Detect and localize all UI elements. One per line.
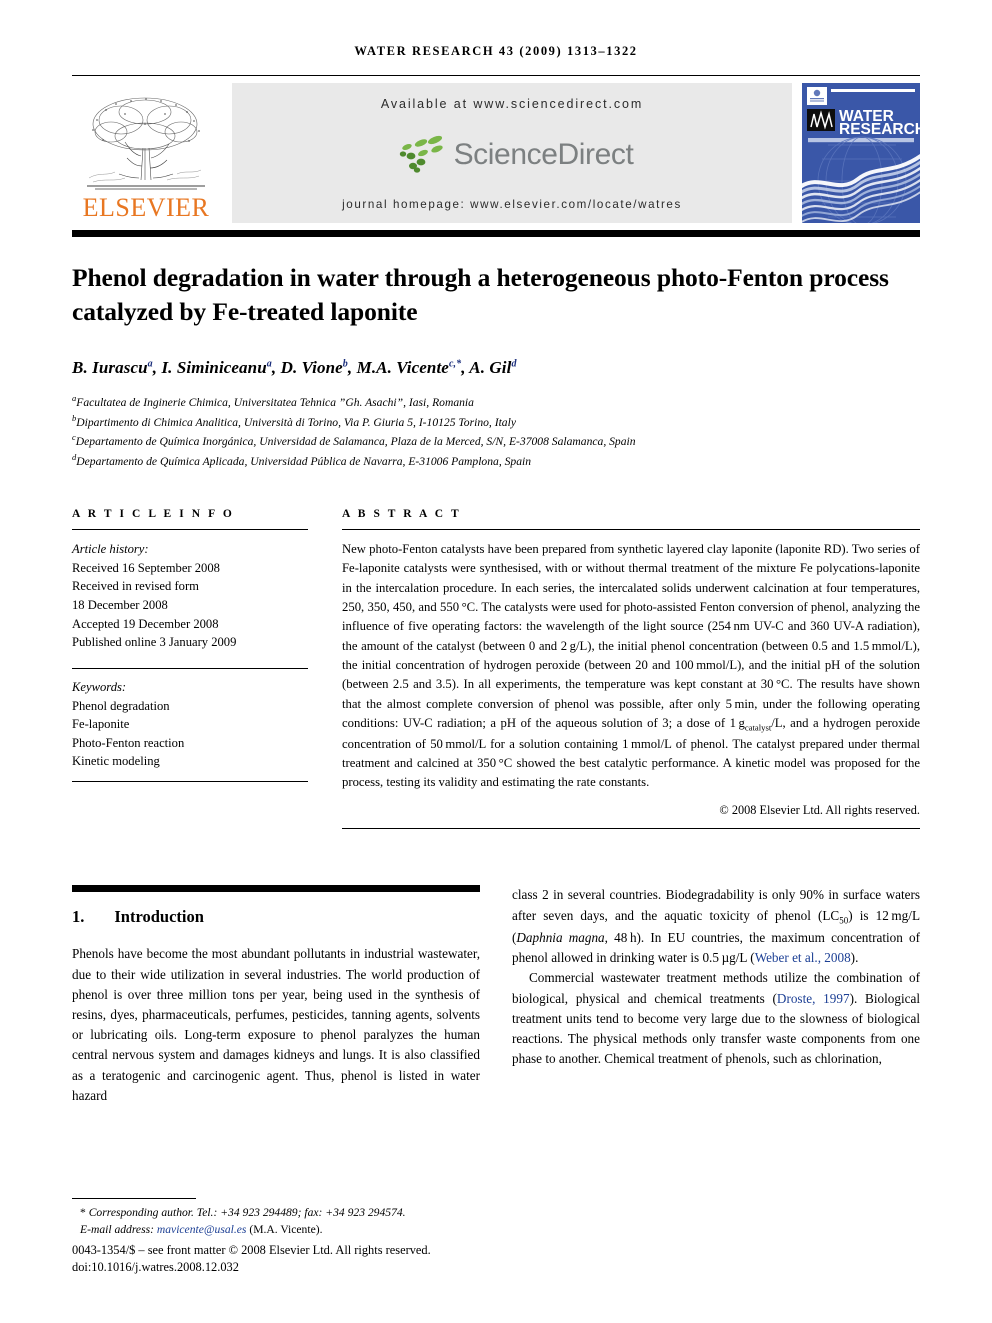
page-title: Phenol degradation in water through a he… [72,263,889,327]
footnote-rule [72,1198,196,1199]
affiliation-item: dDepartamento de Química Aplicada, Unive… [72,451,920,470]
elsevier-logo: ELSEVIER [72,83,220,223]
email-label: E-mail address: [80,1223,154,1237]
affiliation-text: Departamento de Química Inorgánica, Univ… [75,435,636,449]
keywords-label: Keywords: [72,679,127,694]
affiliation-text: Departamento de Química Aplicada, Univer… [76,454,532,468]
masthead-bottom-bar [72,230,920,237]
elsevier-wordmark: ELSEVIER [82,193,210,222]
journal-article-page: WATER RESEARCH 43 (2009) 1313–1322 ELSEV… [0,0,992,1323]
journal-cover-svg: WATER RESEARCH [802,83,920,223]
elsevier-tree-svg [87,97,205,190]
email-link[interactable]: mavicente@usal.es [157,1223,247,1236]
article-info-column: A R T I C L E I N F O Article history: R… [72,508,308,829]
affiliation-item: cDepartamento de Química Inorgánica, Uni… [72,431,920,450]
keyword-item: Kinetic modeling [72,754,160,769]
article-history-label: Article history: [72,542,149,557]
keywords-block: Keywords: Phenol degradation Fe-laponite… [72,667,308,771]
keyword-item: Photo-Fenton reaction [72,735,185,750]
article-info-rule [72,529,308,531]
affiliation-text: Dipartimento di Chimica Analitica, Unive… [76,415,516,429]
svg-text:RESEARCH: RESEARCH [839,121,920,138]
keywords-rule [72,667,308,669]
abstract-column: A B S T R A C T New photo-Fenton catalys… [342,508,920,830]
email-line: E-mail address: mavicente@usal.es (M.A. … [72,1221,502,1238]
affiliation-text: Facultatea de Inginerie Chimica, Univers… [76,396,474,410]
article-info-heading: A R T I C L E I N F O [72,508,235,521]
running-head: WATER RESEARCH 43 (2009) 1313–1322 [354,44,638,58]
history-item: Accepted 19 December 2008 [72,616,219,631]
section-title: Introduction [114,907,204,927]
section-bar [72,885,480,893]
journal-homepage-text: journal homepage: www.elsevier.com/locat… [342,198,682,211]
section-heading: 1. Introduction [72,907,480,927]
history-item: Received 16 September 2008 [72,560,220,575]
abstract-text: New photo-Fenton catalysts have been pre… [342,542,920,790]
doi-line[interactable]: doi:10.1016/j.watres.2008.12.032 [72,1259,502,1277]
info-abstract-block: A R T I C L E I N F O Article history: R… [72,508,920,830]
footnote-block: * Corresponding author. Tel.: +34 923 29… [72,1198,502,1277]
journal-cover-image: WATER RESEARCH [802,83,920,223]
corresponding-author-note: * Corresponding author. Tel.: +34 923 29… [80,1206,406,1219]
history-item: Received in revised form [72,579,199,594]
intro-paragraph-right-2: Commercial wastewater treatment methods … [512,970,920,1067]
abstract-bottom-rule [342,828,920,830]
body-column-left: 1. Introduction Phenols have become the … [72,885,480,1106]
abstract-rule [342,529,920,531]
issn-line: 0043-1354/$ – see front matter © 2008 El… [72,1242,431,1257]
intro-paragraph-right-1: class 2 in several countries. Biodegrada… [512,887,920,966]
intro-paragraph-left: Phenols have become the most abundant po… [72,946,480,1103]
copyright-line: © 2008 Elsevier Ltd. All rights reserved… [719,803,920,818]
section-number: 1. [72,907,85,927]
sciencedirect-leaf-icon [399,135,443,173]
sciencedirect-wordmark: ScienceDirect [453,137,634,171]
keyword-item: Phenol degradation [72,698,170,713]
available-at-text: Available at www.sciencedirect.com [380,97,644,111]
body-gutter [480,885,512,1106]
author-list: B. Iurascua, I. Siminiceanua, D. Vioneb,… [72,358,517,378]
sciencedirect-band: Available at www.sciencedirect.com Scien… [232,83,792,223]
email-owner: (M.A. Vicente). [249,1223,323,1237]
affiliation-list: aFacultatea de Inginerie Chimica, Univer… [72,392,920,470]
history-item: Published online 3 January 2009 [72,635,237,650]
history-item: 18 December 2008 [72,598,168,613]
header-divider [72,75,920,76]
masthead: ELSEVIER Available at www.sciencedirect.… [72,83,920,223]
body-column-right: class 2 in several countries. Biodegrada… [512,885,920,1106]
abstract-heading: A B S T R A C T [342,508,462,521]
sciencedirect-logo: ScienceDirect [391,134,634,176]
elsevier-tree-icon [81,90,211,194]
column-gutter [308,508,342,829]
body-columns: 1. Introduction Phenols have become the … [72,885,920,1106]
keyword-item: Fe-laponite [72,717,130,732]
article-info-bottom-rule [72,781,308,783]
affiliation-item: bDipartimento di Chimica Analitica, Univ… [72,412,920,431]
affiliation-item: aFacultatea de Inginerie Chimica, Univer… [72,392,920,411]
